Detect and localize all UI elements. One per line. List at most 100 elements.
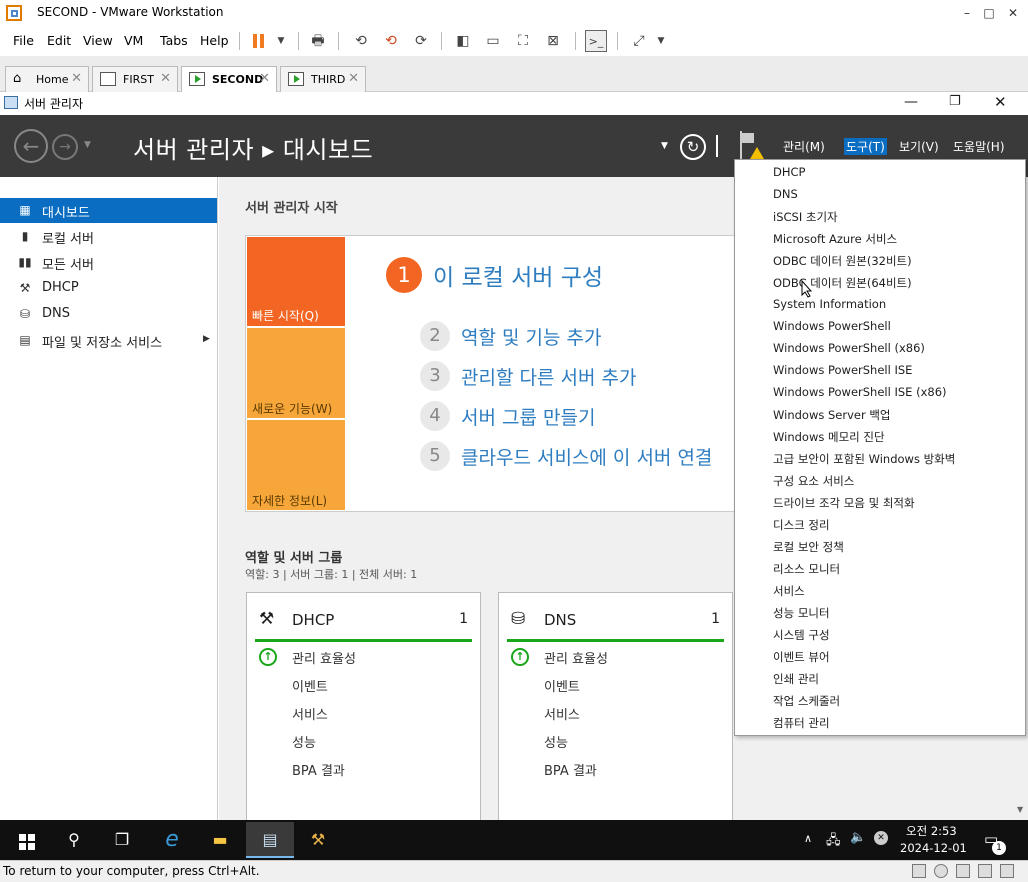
thumbnail-bar-icon[interactable]: ▭: [482, 30, 504, 52]
stretch-dropdown-icon[interactable]: ▼: [650, 30, 672, 52]
tab-home[interactable]: ⌂ Home ✕: [5, 66, 89, 92]
add-roles-link[interactable]: 역할 및 기능 추가: [461, 323, 601, 350]
pause-icon[interactable]: [248, 30, 270, 52]
close-icon[interactable]: ✕: [259, 71, 270, 86]
tab-second[interactable]: SECOND ✕: [181, 66, 277, 93]
clock-date[interactable]: 2024-12-01: [900, 841, 967, 855]
role-item-manageability[interactable]: 관리 효율성: [544, 648, 608, 667]
error-icon[interactable]: ✕: [874, 831, 888, 845]
send-ctrl-alt-del-icon[interactable]: 🖶: [307, 30, 329, 52]
stretch-guest-icon[interactable]: ⤢: [628, 30, 650, 52]
tools-menu-item[interactable]: DNS: [773, 187, 798, 201]
search-icon[interactable]: ⚲: [50, 822, 98, 858]
refresh-icon[interactable]: ↻: [680, 134, 706, 160]
tools-menu-item[interactable]: 서비스: [773, 583, 805, 599]
tools-menu-item[interactable]: 리소스 모니터: [773, 561, 840, 577]
minimize-button[interactable]: –: [958, 4, 976, 22]
tools-menu-item[interactable]: Windows 메모리 진단: [773, 429, 885, 445]
internet-explorer-icon[interactable]: e: [148, 822, 196, 858]
menu-view[interactable]: View: [83, 33, 113, 48]
tools-menu-item[interactable]: 인쇄 관리: [773, 671, 819, 687]
menu-vm[interactable]: VM: [124, 33, 143, 48]
tab-third[interactable]: THIRD ✕: [280, 66, 366, 92]
server-manager-taskbar-icon[interactable]: ▤: [246, 822, 294, 858]
forward-icon[interactable]: →: [52, 134, 78, 160]
role-card-dhcp[interactable]: ⚒ DHCP 1 ↑ 관리 효율성 이벤트 서비스 성능 BPA 결과: [246, 592, 481, 822]
role-item-bpa[interactable]: BPA 결과: [544, 760, 597, 779]
tools-menu-item[interactable]: Windows PowerShell: [773, 319, 891, 333]
configure-local-server-link[interactable]: 이 로컬 서버 구성: [433, 258, 603, 292]
role-item-bpa[interactable]: BPA 결과: [292, 760, 345, 779]
sidebar-item-local-server[interactable]: ▮ 로컬 서버: [0, 224, 217, 249]
start-button[interactable]: [2, 822, 50, 858]
menu-help[interactable]: Help: [200, 33, 229, 48]
history-dropdown-icon[interactable]: ▼: [84, 140, 91, 150]
tools-menu-item[interactable]: 이벤트 뷰어: [773, 649, 830, 665]
close-icon[interactable]: ✕: [71, 71, 82, 86]
sidebar-item-dns[interactable]: ⛁ DNS: [0, 302, 217, 327]
tools-menu-item[interactable]: Windows PowerShell (x86): [773, 341, 925, 355]
tools-menu-item[interactable]: 컴퓨터 관리: [773, 715, 830, 731]
role-item-events[interactable]: 이벤트: [292, 676, 328, 695]
maximize-button[interactable]: □: [980, 4, 998, 22]
pause-dropdown-icon[interactable]: ▼: [270, 30, 292, 52]
sidebar-item-file-storage[interactable]: ▤ 파일 및 저장소 서비스 ▶: [0, 328, 217, 353]
breadcrumb-dropdown-icon[interactable]: ▼: [661, 141, 668, 151]
tray-overflow-icon[interactable]: ∧: [804, 832, 812, 845]
tools-menu-item[interactable]: 드라이브 조각 모음 및 최적화: [773, 495, 915, 511]
tools-menu-item[interactable]: Windows Server 백업: [773, 407, 891, 423]
task-view-icon[interactable]: ❐: [98, 822, 146, 858]
connect-cloud-link[interactable]: 클라우드 서비스에 이 서버 연결: [461, 443, 712, 470]
tools-menu-item[interactable]: 디스크 정리: [773, 517, 830, 533]
tools-menu-item[interactable]: DHCP: [773, 165, 805, 179]
tools-menu-item[interactable]: ODBC 데이터 원본(64비트): [773, 275, 912, 291]
role-item-performance[interactable]: 성능: [544, 732, 568, 751]
menu-tools[interactable]: 도구(T): [844, 138, 887, 155]
expand-arrow-icon[interactable]: ▶: [203, 334, 210, 344]
network-icon[interactable]: 🖧: [826, 831, 841, 853]
dhcp-taskbar-icon[interactable]: ⚒: [294, 822, 342, 858]
device-status-icons[interactable]: [912, 864, 1022, 880]
sm-close-button[interactable]: ✕: [994, 93, 1007, 111]
revert-snapshot-icon[interactable]: ⟲: [380, 30, 402, 52]
whats-new-tile[interactable]: 새로운 기능(W): [247, 328, 345, 418]
add-servers-link[interactable]: 관리할 다른 서버 추가: [461, 363, 636, 390]
scroll-down-icon[interactable]: ▼: [1017, 805, 1023, 814]
sm-restore-button[interactable]: ❐: [949, 94, 961, 109]
clock-time[interactable]: 오전 2:53: [906, 823, 957, 839]
tools-menu-item[interactable]: Windows PowerShell ISE: [773, 363, 912, 377]
tools-menu-item[interactable]: 로컬 보안 정책: [773, 539, 844, 555]
volume-muted-icon[interactable]: 🔈: [850, 830, 866, 845]
menu-view[interactable]: 보기(V): [899, 138, 939, 155]
tools-menu-item[interactable]: Windows PowerShell ISE (x86): [773, 385, 947, 399]
close-icon[interactable]: ✕: [160, 71, 171, 86]
tools-menu-item[interactable]: 구성 요소 서비스: [773, 473, 854, 489]
quick-start-tile[interactable]: 빠른 시작(Q): [247, 237, 345, 326]
full-screen-icon[interactable]: ⛶: [512, 30, 534, 52]
tools-menu-item[interactable]: 작업 스케줄러: [773, 693, 840, 709]
sidebar-item-all-servers[interactable]: ▮▮ 모든 서버: [0, 250, 217, 275]
close-icon[interactable]: ✕: [348, 71, 359, 86]
unity-icon[interactable]: ⊠: [542, 30, 564, 52]
tools-menu-item[interactable]: iSCSI 초기자: [773, 209, 838, 225]
tab-first[interactable]: FIRST ✕: [92, 66, 178, 92]
menu-manage[interactable]: 관리(M): [783, 138, 825, 155]
menu-tabs[interactable]: Tabs: [160, 33, 188, 48]
tools-menu-item[interactable]: 성능 모니터: [773, 605, 830, 621]
file-explorer-icon[interactable]: ▬: [196, 822, 244, 858]
create-server-group-link[interactable]: 서버 그룹 만들기: [461, 403, 595, 430]
role-card-dns[interactable]: ⛁ DNS 1 ↑ 관리 효율성 이벤트 서비스 성능 BPA 결과: [498, 592, 733, 822]
tools-menu-item[interactable]: 고급 보안이 포함된 Windows 방화벽: [773, 451, 955, 467]
learn-more-tile[interactable]: 자세한 정보(L): [247, 420, 345, 510]
show-library-icon[interactable]: ◧: [452, 30, 474, 52]
tools-menu-item[interactable]: System Information: [773, 297, 886, 311]
snapshot-icon[interactable]: ⟲: [350, 30, 372, 52]
menu-file[interactable]: File: [13, 33, 34, 48]
back-icon[interactable]: ←: [14, 129, 48, 163]
role-item-events[interactable]: 이벤트: [544, 676, 580, 695]
tools-menu-item[interactable]: ODBC 데이터 원본(32비트): [773, 253, 912, 269]
role-item-services[interactable]: 서비스: [292, 704, 328, 723]
role-item-performance[interactable]: 성능: [292, 732, 316, 751]
sidebar-item-dhcp[interactable]: ⚒ DHCP: [0, 276, 217, 301]
notifications-flag-icon[interactable]: [738, 131, 764, 161]
